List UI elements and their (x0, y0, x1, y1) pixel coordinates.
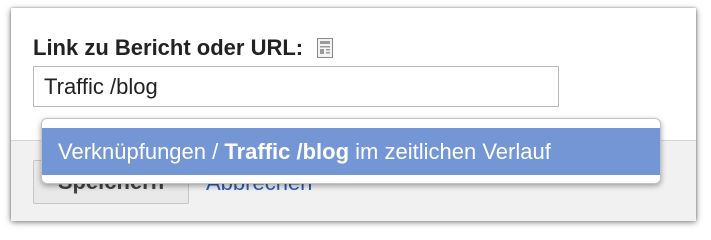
report-page-icon[interactable] (317, 38, 334, 58)
url-input[interactable] (33, 66, 559, 107)
suggestion-suffix: im zeitlichen Verlauf (349, 139, 551, 164)
dialog-panel: Speichern Abbrechen Link zu Bericht oder… (11, 8, 696, 221)
autocomplete-dropdown: Verknüpfungen / Traffic /blog im zeitlic… (41, 118, 661, 184)
suggestion-match: Traffic /blog (224, 139, 350, 164)
suggestion-prefix: Verknüpfungen / (58, 139, 225, 164)
field-label: Link zu Bericht oder URL: (33, 35, 304, 60)
label-row: Link zu Bericht oder URL: (33, 34, 334, 62)
autocomplete-suggestion[interactable]: Verknüpfungen / Traffic /blog im zeitlic… (42, 128, 660, 175)
